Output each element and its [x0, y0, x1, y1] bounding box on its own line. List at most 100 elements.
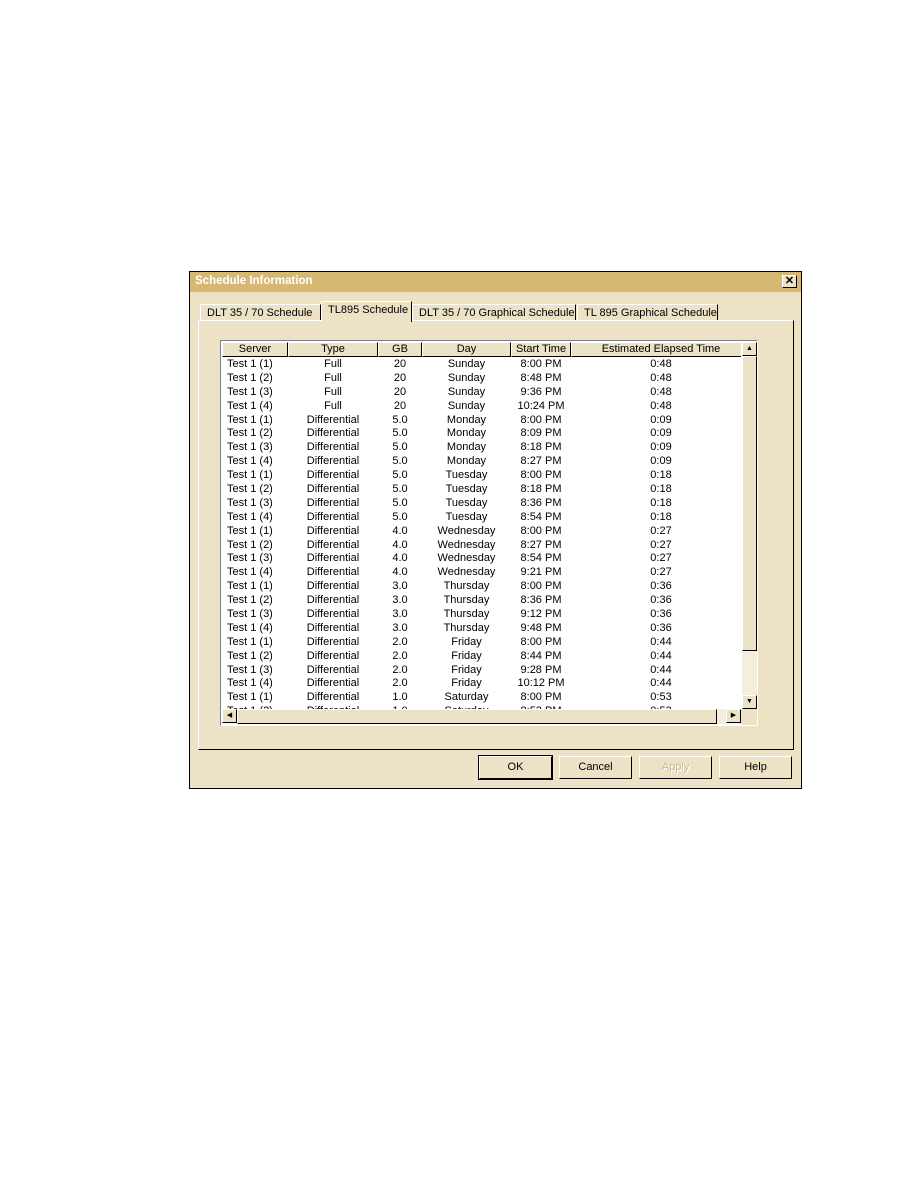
table-row[interactable]: Test 1 (1) Differential 5.0 Tuesday 8:00 PM 0…: [222, 468, 741, 482]
cell-elapsed-time: 0:44: [650, 649, 672, 662]
cell-elapsed-time: 0:36: [650, 580, 672, 593]
cell-day: Monday: [446, 455, 487, 468]
scroll-right-button[interactable]: ▶: [726, 709, 741, 723]
arrow-up-icon: ▲: [746, 345, 753, 352]
cell-elapsed-time: 0:36: [650, 594, 672, 607]
column-header-start-time[interactable]: Start Time: [511, 342, 571, 357]
table-row[interactable]: Test 1 (4) Differential 5.0 Tuesday 8:54 PM 0…: [222, 510, 741, 524]
help-button[interactable]: Help: [719, 756, 792, 779]
title-bar[interactable]: Schedule Information ✕: [190, 272, 801, 292]
cell-day: Wednesday: [437, 552, 496, 565]
cell-day: Wednesday: [437, 538, 496, 551]
scroll-down-button[interactable]: ▼: [742, 695, 757, 709]
cell-gb: 5.0: [392, 510, 408, 523]
cell-elapsed-time: 0:27: [650, 524, 672, 537]
cell-start-time: 8:44 PM: [520, 649, 562, 662]
table-row[interactable]: Test 1 (1) Full 20 Sunday 8:00 PM 0:48: [222, 357, 741, 371]
cell-elapsed-time: 0:09: [650, 427, 672, 440]
cell-server: Test 1 (3): [227, 608, 273, 621]
table-row[interactable]: Test 1 (1) Differential 5.0 Monday 8:00 PM 0:…: [222, 413, 741, 427]
cell-gb: 5.0: [392, 455, 408, 468]
column-header-day[interactable]: Day: [422, 342, 511, 357]
table-row[interactable]: Test 1 (4) Differential 4.0 Wednesday 9:21 P…: [222, 565, 741, 579]
cell-gb: 2.0: [392, 677, 408, 690]
table-row[interactable]: Test 1 (1) Differential 4.0 Wednesday 8:00 P…: [222, 524, 741, 538]
table-row[interactable]: Test 1 (3) Differential 5.0 Tuesday 8:36 PM 0…: [222, 496, 741, 510]
horizontal-scroll-thumb[interactable]: [237, 709, 717, 724]
cell-type: Differential: [306, 677, 360, 690]
cell-type: Differential: [306, 496, 360, 509]
cell-day: Monday: [446, 441, 487, 454]
tab-label: DLT 35 / 70 Graphical Schedule: [419, 307, 575, 319]
cell-start-time: 8:18 PM: [520, 483, 562, 496]
close-button[interactable]: ✕: [782, 275, 797, 288]
table-row[interactable]: Test 1 (4) Differential 5.0 Monday 8:27 PM 0:…: [222, 454, 741, 468]
cell-day: Friday: [451, 663, 482, 676]
cell-server: Test 1 (3): [227, 385, 273, 398]
table-row[interactable]: Test 1 (2) Full 20 Sunday 8:48 PM 0:48: [222, 371, 741, 385]
table-row[interactable]: Test 1 (2) Differential 2.0 Friday 8:44 PM 0:…: [222, 649, 741, 663]
column-header-type[interactable]: Type: [288, 342, 378, 357]
schedule-list[interactable]: Server Type GB Day Start Time Estimated …: [220, 340, 758, 726]
cell-elapsed-time: 0:27: [650, 552, 672, 565]
cell-elapsed-time: 0:09: [650, 455, 672, 468]
scroll-up-button[interactable]: ▲: [742, 342, 757, 356]
cell-gb: 2.0: [392, 663, 408, 676]
cell-server: Test 1 (1): [227, 580, 273, 593]
cell-gb: 4.0: [392, 538, 408, 551]
column-header-estimated-elapsed-time[interactable]: Estimated Elapsed Time: [571, 342, 741, 357]
cell-type: Differential: [306, 483, 360, 496]
tab-dlt-35-70-schedule[interactable]: DLT 35 / 70 Schedule: [200, 304, 321, 321]
table-row[interactable]: Test 1 (3) Full 20 Sunday 9:36 PM 0:48: [222, 385, 741, 399]
cell-server: Test 1 (1): [227, 358, 273, 370]
tab-tl-895-graphical-schedule[interactable]: TL 895 Graphical Schedule: [577, 304, 718, 321]
cell-type: Differential: [306, 594, 360, 607]
table-row[interactable]: Test 1 (2) Differential 5.0 Monday 8:09 PM 0:…: [222, 426, 741, 440]
cell-day: Sunday: [447, 358, 486, 370]
table-row[interactable]: Test 1 (1) Differential 2.0 Friday 8:00 PM 0:…: [222, 635, 741, 649]
table-row[interactable]: Test 1 (2) Differential 3.0 Thursday 8:36 PM…: [222, 593, 741, 607]
vertical-scrollbar[interactable]: ▲ ▼: [742, 342, 757, 709]
table-row[interactable]: Test 1 (3) Differential 2.0 Friday 9:28 PM 0:…: [222, 663, 741, 677]
list-rows: Test 1 (1) Full 20 Sunday 8:00 PM 0:48 Test 1 …: [222, 357, 741, 709]
column-header-server[interactable]: Server: [222, 342, 288, 357]
cell-type: Differential: [306, 649, 360, 662]
table-row[interactable]: Test 1 (2) Differential 5.0 Tuesday 8:18 PM 0…: [222, 482, 741, 496]
cancel-button[interactable]: Cancel: [559, 756, 632, 779]
cell-server: Test 1 (2): [227, 649, 273, 662]
scroll-left-button[interactable]: ◀: [222, 709, 237, 723]
cell-day: Thursday: [443, 594, 490, 607]
table-row[interactable]: Test 1 (3) Differential 5.0 Monday 8:18 PM 0:…: [222, 440, 741, 454]
cell-gb: 20: [393, 358, 407, 370]
list-header: Server Type GB Day Start Time Estimated …: [222, 342, 741, 357]
table-row[interactable]: Test 1 (4) Full 20 Sunday 10:24 PM 0:48: [222, 399, 741, 413]
cell-start-time: 8:00 PM: [520, 691, 562, 704]
column-header-gb[interactable]: GB: [378, 342, 422, 357]
tab-label: TL895 Schedule: [328, 304, 409, 316]
cell-elapsed-time: 0:48: [650, 385, 672, 398]
cell-server: Test 1 (4): [227, 455, 273, 468]
tab-dlt-35-70-graphical-schedule[interactable]: DLT 35 / 70 Graphical Schedule: [412, 304, 576, 321]
table-row[interactable]: Test 1 (3) Differential 3.0 Thursday 9:12 PM…: [222, 607, 741, 621]
cell-start-time: 8:00 PM: [520, 413, 562, 426]
cell-start-time: 10:24 PM: [517, 399, 565, 412]
table-row[interactable]: Test 1 (2) Differential 4.0 Wednesday 8:27 P…: [222, 538, 741, 552]
table-row[interactable]: Test 1 (4) Differential 2.0 Friday 10:12 PM 0…: [222, 676, 741, 690]
table-row[interactable]: Test 1 (1) Differential 3.0 Thursday 8:00 PM…: [222, 579, 741, 593]
cell-gb: 5.0: [392, 441, 408, 454]
table-row[interactable]: Test 1 (1) Differential 1.0 Saturday 8:00 PM…: [222, 690, 741, 704]
cell-type: Differential: [306, 580, 360, 593]
cell-elapsed-time: 0:48: [650, 371, 672, 384]
cell-type: Differential: [306, 663, 360, 676]
cell-server: Test 1 (3): [227, 496, 273, 509]
table-row[interactable]: Test 1 (3) Differential 4.0 Wednesday 8:54 P…: [222, 551, 741, 565]
table-row[interactable]: Test 1 (4) Differential 3.0 Thursday 9:48 PM…: [222, 621, 741, 635]
cell-type: Differential: [306, 427, 360, 440]
vertical-scroll-thumb[interactable]: [742, 356, 757, 651]
close-icon: ✕: [784, 275, 795, 287]
cell-elapsed-time: 0:27: [650, 566, 672, 579]
horizontal-scrollbar[interactable]: ◀ ▶: [222, 709, 741, 724]
tab-tl895-schedule[interactable]: TL895 Schedule: [321, 301, 412, 322]
ok-button[interactable]: OK: [478, 755, 553, 780]
cell-gb: 5.0: [392, 413, 408, 426]
